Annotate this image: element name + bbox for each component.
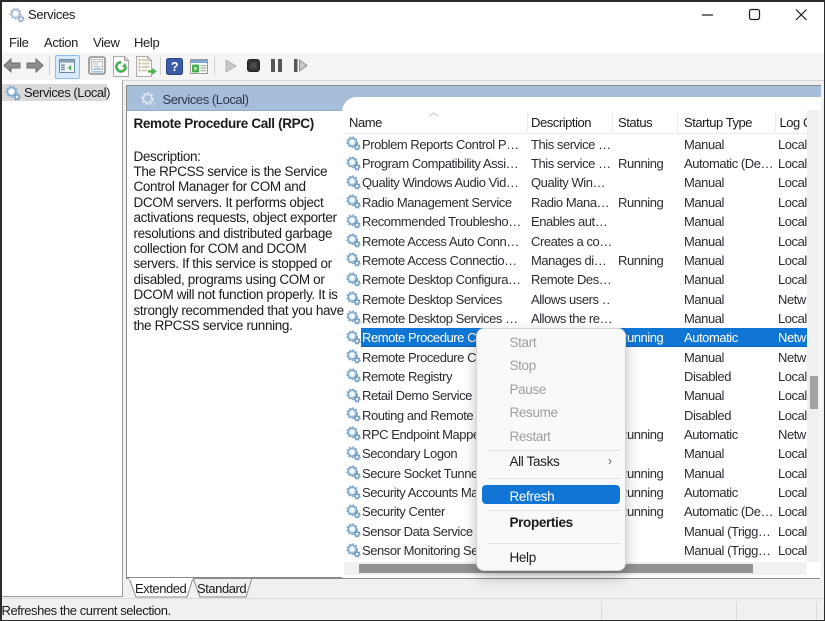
svg-text:?: ? — [171, 60, 178, 74]
